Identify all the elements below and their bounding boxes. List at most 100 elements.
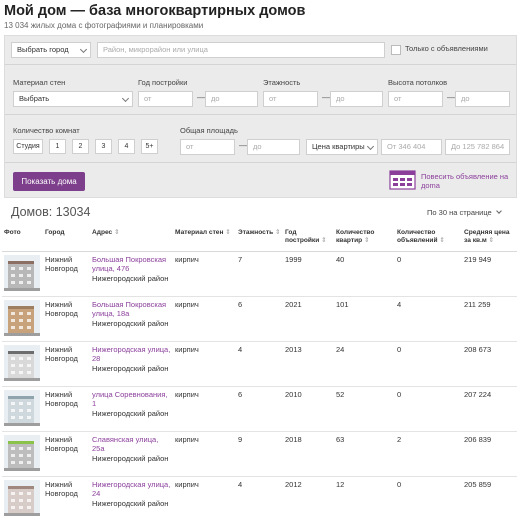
- room-option-5plus[interactable]: 5+: [141, 139, 158, 154]
- apartments-cell: 12: [334, 476, 395, 520]
- floors-from-input[interactable]: от: [263, 91, 318, 107]
- price-cell: 205 859: [462, 476, 517, 520]
- wall-material-select[interactable]: Выбрать: [13, 91, 133, 107]
- price-cell: 219 949: [462, 251, 517, 297]
- address-cell: Нижегородская улица, 24 Нижегородский рай…: [90, 476, 173, 520]
- floors-to-input[interactable]: до: [330, 91, 383, 107]
- photo-cell: [2, 476, 43, 520]
- ads-cell: 0: [395, 386, 462, 432]
- house-photo[interactable]: [4, 434, 40, 471]
- district-text: Нижегородский район: [92, 273, 169, 283]
- address-link[interactable]: Большая Покровская улица, 18а: [92, 300, 166, 319]
- price-to-input[interactable]: До 125 782 864: [445, 139, 510, 155]
- house-photo[interactable]: [4, 299, 40, 336]
- table-header-row: Фото Город Адрес ⇕ Материал стен ⇕ Этажн…: [2, 227, 517, 252]
- table-row[interactable]: Нижний Новгород Славянская улица, 25а Ниже…: [2, 431, 517, 477]
- col-address-label: Адрес: [92, 229, 113, 236]
- city-cell: Нижний Новгород: [43, 386, 90, 432]
- col-city: Город: [43, 227, 90, 252]
- apartments-cell: 63: [334, 431, 395, 477]
- room-option-studio[interactable]: Студия: [13, 139, 43, 154]
- area-from-input[interactable]: от: [180, 139, 235, 155]
- results-count: Домов: 13034: [11, 205, 91, 219]
- col-address[interactable]: Адрес ⇕: [90, 227, 173, 252]
- table-row[interactable]: Нижний Новгород улица Соревнования, 1 Ниже…: [2, 386, 517, 432]
- table-row[interactable]: Нижний Новгород Большая Покровская улица,…: [2, 251, 517, 297]
- apartments-cell: 24: [334, 341, 395, 387]
- year-cell: 2018: [283, 431, 334, 477]
- district-text: Нижегородский район: [92, 318, 169, 328]
- sort-icon[interactable]: ⇕: [225, 229, 231, 236]
- year-cell: 2013: [283, 341, 334, 387]
- table-row[interactable]: Нижний Новгород Большая Покровская улица,…: [2, 296, 517, 342]
- build-year-to-input[interactable]: до: [205, 91, 258, 107]
- build-year-from-input[interactable]: от: [138, 91, 193, 107]
- room-option-3[interactable]: 3: [95, 139, 112, 154]
- address-link[interactable]: Славянская улица, 25а: [92, 435, 158, 454]
- col-ads[interactable]: Количество объявлений ⇕: [395, 227, 462, 252]
- price-type-select[interactable]: Цена квартиры: [306, 139, 378, 155]
- divider: [5, 114, 516, 115]
- photo-cell: [2, 341, 43, 387]
- address-cell: Большая Покровская улица, 476 Нижегородск…: [90, 251, 173, 297]
- per-page-select[interactable]: По 30 на странице: [427, 208, 502, 217]
- ads-cell: 0: [395, 251, 462, 297]
- ads-cell: 2: [395, 431, 462, 477]
- col-material[interactable]: Материал стен ⇕: [173, 227, 236, 252]
- photo-cell: [2, 251, 43, 297]
- sort-icon[interactable]: ⇕: [275, 229, 281, 236]
- table-row[interactable]: Нижний Новгород Нижегородская улица, 24 Ни…: [2, 476, 517, 520]
- room-option-1[interactable]: 1: [49, 139, 66, 154]
- address-link[interactable]: Нижегородская улица, 28: [92, 345, 170, 364]
- year-cell: 1999: [283, 251, 334, 297]
- city-cell: Нижний Новгород: [43, 296, 90, 342]
- year-cell: 2012: [283, 476, 334, 520]
- col-apartments[interactable]: Количество квартир ⇕: [334, 227, 395, 252]
- material-cell: кирпич: [173, 296, 236, 342]
- room-option-4[interactable]: 4: [118, 139, 135, 154]
- house-photo[interactable]: [4, 479, 40, 516]
- city-cell: Нижний Новгород: [43, 341, 90, 387]
- city-select[interactable]: Выбрать город: [11, 42, 91, 58]
- col-year-label: Год постройки: [285, 229, 320, 244]
- rooms-label: Количество комнат: [13, 126, 80, 135]
- address-link[interactable]: улица Соревнования, 1: [92, 390, 167, 409]
- sort-icon[interactable]: ⇕: [114, 229, 120, 236]
- floors-cell: 4: [236, 341, 283, 387]
- ceiling-to-input[interactable]: до: [455, 91, 510, 107]
- show-houses-button[interactable]: Показать дома: [13, 172, 85, 191]
- col-price-label: Средняя цена за кв.м: [464, 229, 510, 244]
- sort-icon[interactable]: ⇕: [364, 237, 370, 244]
- col-photo: Фото: [2, 227, 43, 252]
- house-photo[interactable]: [4, 344, 40, 381]
- area-to-input[interactable]: до: [247, 139, 300, 155]
- ad-board-icon[interactable]: [389, 170, 416, 190]
- col-floors[interactable]: Этажность ⇕: [236, 227, 283, 252]
- room-option-2[interactable]: 2: [72, 139, 89, 154]
- address-link[interactable]: Большая Покровская улица, 476: [92, 255, 166, 274]
- only-with-ads-label: Только с объявлениями: [405, 44, 488, 53]
- sort-icon[interactable]: ⇕: [439, 237, 445, 244]
- col-year[interactable]: Год постройки ⇕: [283, 227, 334, 252]
- table-row[interactable]: Нижний Новгород Нижегородская улица, 28 Ни…: [2, 341, 517, 387]
- district-text: Нижегородский район: [92, 408, 169, 418]
- photo-cell: [2, 386, 43, 432]
- col-price[interactable]: Средняя цена за кв.м ⇕: [462, 227, 517, 252]
- post-ad-link[interactable]: Повесить объявление на доma: [421, 172, 511, 190]
- house-photo[interactable]: [4, 389, 40, 426]
- divider: [5, 162, 516, 163]
- only-with-ads-checkbox[interactable]: [391, 45, 401, 55]
- house-photo[interactable]: [4, 254, 40, 291]
- price-from-input[interactable]: От 346 404: [381, 139, 442, 155]
- floors-cell: 4: [236, 476, 283, 520]
- ads-cell: 0: [395, 341, 462, 387]
- search-input[interactable]: Район, микрорайон или улица: [97, 42, 385, 58]
- build-year-label: Год постройки: [138, 78, 188, 87]
- sort-icon[interactable]: ⇕: [489, 237, 495, 244]
- city-cell: Нижний Новгород: [43, 476, 90, 520]
- ceiling-from-input[interactable]: от: [388, 91, 443, 107]
- sort-icon[interactable]: ⇕: [321, 237, 327, 244]
- district-text: Нижегородский район: [92, 363, 169, 373]
- apartments-cell: 52: [334, 386, 395, 432]
- address-link[interactable]: Нижегородская улица, 24: [92, 480, 170, 499]
